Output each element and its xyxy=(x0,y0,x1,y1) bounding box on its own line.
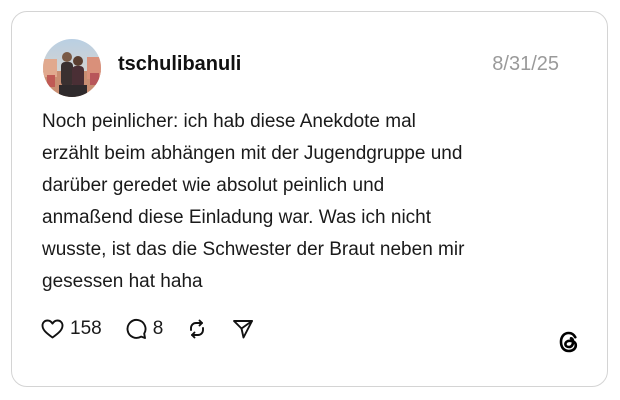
comment-icon xyxy=(124,317,148,341)
post-line: darüber geredet wie absolut peinlich und xyxy=(42,175,385,196)
post-line: anmaßend diese Einladung war. Was ich ni… xyxy=(42,207,432,228)
threads-logo-icon xyxy=(557,330,581,354)
post-line: wusste, ist das die Schwester der Braut … xyxy=(42,239,465,260)
repost-button[interactable] xyxy=(185,317,209,341)
post-line: gesessen hat haha xyxy=(42,271,203,292)
reply-count: 8 xyxy=(152,318,164,339)
post-line: Noch peinlicher: ich hab diese Anekdote … xyxy=(42,111,416,132)
repost-icon xyxy=(185,317,209,341)
avatar[interactable] xyxy=(43,39,101,97)
post-card: tschulibanuli 8/31/25 Noch peinlicher: i… xyxy=(11,11,608,387)
action-bar: 158 8 xyxy=(40,314,277,344)
post-line: erzählt beim abhängen mit der Jugendgrup… xyxy=(42,143,463,164)
share-button[interactable] xyxy=(231,317,255,341)
like-button[interactable]: 158 xyxy=(40,317,102,341)
share-icon xyxy=(231,317,255,341)
post-date[interactable]: 8/31/25 xyxy=(492,53,559,76)
heart-icon xyxy=(40,317,65,341)
reply-button[interactable]: 8 xyxy=(124,317,164,341)
post-body: Noch peinlicher: ich hab diese Anekdote … xyxy=(42,106,562,298)
like-count: 158 xyxy=(70,318,102,339)
username[interactable]: tschulibanuli xyxy=(118,53,241,76)
